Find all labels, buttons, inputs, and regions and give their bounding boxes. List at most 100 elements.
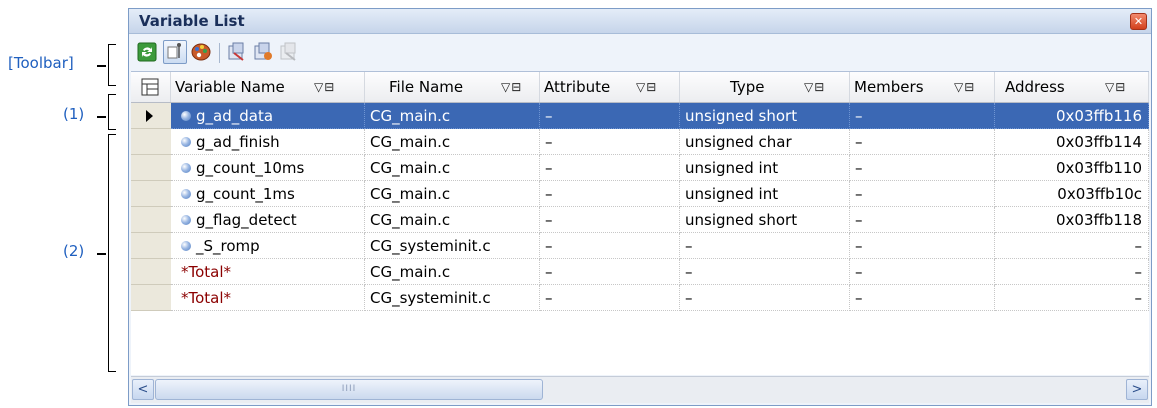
address-cell[interactable]: 0x03ffb118 bbox=[995, 207, 1149, 233]
table-row[interactable]: _S_romp CG_systeminit.c – – – – bbox=[131, 233, 1149, 259]
table-row[interactable]: g_count_1ms CG_main.c – unsigned int –0x03ff… bbox=[131, 181, 1149, 207]
column-header-variable-name[interactable]: Variable Name ▽⊟ bbox=[171, 72, 365, 102]
file-name-cell[interactable]: CG_main.c bbox=[365, 103, 540, 129]
attribute-cell[interactable]: – bbox=[540, 103, 680, 129]
variable-name-cell[interactable]: g_ad_data bbox=[171, 103, 365, 129]
column-header-type[interactable]: Type ▽⊟ bbox=[680, 72, 850, 102]
address-cell[interactable]: 0x03ffb114 bbox=[995, 129, 1149, 155]
attribute-cell[interactable]: – bbox=[540, 285, 680, 311]
row-header[interactable] bbox=[131, 233, 171, 259]
rows-callout: (2) bbox=[63, 242, 85, 260]
address-cell[interactable]: – bbox=[995, 259, 1149, 285]
palette-button[interactable] bbox=[189, 40, 213, 64]
address-cell[interactable]: – bbox=[995, 233, 1149, 259]
type-cell[interactable]: – bbox=[680, 233, 850, 259]
members-cell[interactable]: – bbox=[850, 259, 995, 285]
table-row[interactable]: g_flag_detect CG_main.c – unsigned short –0x… bbox=[131, 207, 1149, 233]
filter-pin-icon[interactable]: ▽⊟ bbox=[501, 72, 522, 102]
attribute-cell[interactable]: – bbox=[540, 181, 680, 207]
filter-pin-icon[interactable]: ▽⊟ bbox=[804, 72, 825, 102]
scroll-thumb[interactable]: IIII bbox=[155, 379, 543, 400]
row-header[interactable] bbox=[131, 181, 171, 207]
file-name-cell[interactable]: CG_main.c bbox=[365, 259, 540, 285]
address-cell[interactable]: 0x03ffb10c bbox=[995, 181, 1149, 207]
table-row[interactable]: g_count_10ms CG_main.c – unsigned int –0x03f… bbox=[131, 155, 1149, 181]
variable-name-cell[interactable]: g_count_1ms bbox=[171, 181, 365, 207]
variable-name-text: *Total* bbox=[181, 263, 232, 281]
type-cell[interactable]: – bbox=[680, 285, 850, 311]
filter-pin-icon[interactable]: ▽⊟ bbox=[1105, 72, 1126, 102]
close-icon[interactable]: ✕ bbox=[1130, 13, 1147, 30]
column-header-address[interactable]: Address ▽⊟ bbox=[995, 72, 1149, 102]
type-cell[interactable]: – bbox=[680, 259, 850, 285]
file-name-cell[interactable]: CG_systeminit.c bbox=[365, 233, 540, 259]
members-cell[interactable]: – bbox=[850, 233, 995, 259]
row-header[interactable] bbox=[131, 155, 171, 181]
row-header[interactable] bbox=[131, 207, 171, 233]
attribute-cell[interactable]: – bbox=[540, 155, 680, 181]
members-cell[interactable]: – bbox=[850, 285, 995, 311]
variable-name-cell[interactable]: g_ad_finish bbox=[171, 129, 365, 155]
variable-name-cell[interactable]: *Total* bbox=[171, 285, 365, 311]
file-name-cell[interactable]: CG_systeminit.c bbox=[365, 285, 540, 311]
variable-name-cell[interactable]: _S_romp bbox=[171, 233, 365, 259]
type-cell[interactable]: unsigned short bbox=[680, 103, 850, 129]
rows-bracket bbox=[108, 134, 116, 372]
type-cell[interactable]: unsigned short bbox=[680, 207, 850, 233]
column-header-attribute[interactable]: Attribute ▽⊟ bbox=[540, 72, 680, 102]
members-cell[interactable]: – bbox=[850, 155, 995, 181]
variable-icon bbox=[181, 188, 191, 199]
column-chooser-button[interactable] bbox=[131, 72, 171, 102]
table-row[interactable]: g_ad_finish CG_main.c – unsigned char –0x03f… bbox=[131, 129, 1149, 155]
header-callout-tick bbox=[97, 116, 106, 118]
row-header[interactable] bbox=[131, 129, 171, 155]
attribute-cell[interactable]: – bbox=[540, 233, 680, 259]
toolbar-separator bbox=[219, 43, 220, 63]
filter-pin-icon[interactable]: ▽⊟ bbox=[314, 72, 335, 102]
table-row[interactable]: *Total* CG_systeminit.c – – – – bbox=[131, 285, 1149, 311]
file-name-cell[interactable]: CG_main.c bbox=[365, 207, 540, 233]
scroll-right-icon[interactable]: > bbox=[1126, 379, 1148, 400]
header-callout: (1) bbox=[63, 105, 85, 123]
table-row[interactable]: *Total* CG_main.c – – – – bbox=[131, 259, 1149, 285]
column-chooser-icon bbox=[141, 78, 159, 96]
address-cell[interactable]: 0x03ffb116 bbox=[995, 103, 1149, 129]
variable-name-text: g_flag_detect bbox=[196, 211, 297, 229]
attribute-cell[interactable]: – bbox=[540, 259, 680, 285]
column-header-file-name[interactable]: File Name ▽⊟ bbox=[365, 72, 540, 102]
members-cell[interactable]: – bbox=[850, 181, 995, 207]
file-name-cell[interactable]: CG_main.c bbox=[365, 181, 540, 207]
scroll-left-icon[interactable]: < bbox=[132, 379, 154, 400]
members-cell[interactable]: – bbox=[850, 129, 995, 155]
row-header[interactable] bbox=[131, 103, 171, 129]
type-cell[interactable]: unsigned char bbox=[680, 129, 850, 155]
file-name-cell[interactable]: CG_main.c bbox=[365, 155, 540, 181]
horizontal-scrollbar[interactable]: < IIII > bbox=[131, 376, 1149, 403]
members-cell[interactable]: – bbox=[850, 207, 995, 233]
variable-view-button-1[interactable] bbox=[225, 40, 249, 64]
pin-icon bbox=[167, 43, 181, 59]
filter-pin-icon[interactable]: ▽⊟ bbox=[636, 72, 657, 102]
table-row[interactable]: g_ad_data CG_main.c – unsigned short –0x03ff… bbox=[131, 103, 1149, 129]
type-cell[interactable]: unsigned int bbox=[680, 181, 850, 207]
type-cell[interactable]: unsigned int bbox=[680, 155, 850, 181]
variable-view-button-2[interactable] bbox=[251, 40, 275, 64]
attribute-cell[interactable]: – bbox=[540, 129, 680, 155]
column-header-members[interactable]: Members ▽⊟ bbox=[850, 72, 995, 102]
row-header[interactable] bbox=[131, 285, 171, 311]
refresh-button[interactable] bbox=[135, 40, 159, 64]
column-label: File Name bbox=[389, 78, 464, 96]
filter-pin-icon[interactable]: ▽⊟ bbox=[954, 72, 975, 102]
variable-name-cell[interactable]: g_flag_detect bbox=[171, 207, 365, 233]
variable-view-button-3[interactable] bbox=[277, 40, 301, 64]
attribute-cell[interactable]: – bbox=[540, 207, 680, 233]
members-cell[interactable]: – bbox=[850, 103, 995, 129]
row-header[interactable] bbox=[131, 259, 171, 285]
variable-name-cell[interactable]: *Total* bbox=[171, 259, 365, 285]
variable-name-cell[interactable]: g_count_10ms bbox=[171, 155, 365, 181]
file-name-cell[interactable]: CG_main.c bbox=[365, 129, 540, 155]
variable-name-text: g_ad_finish bbox=[196, 133, 280, 151]
address-cell[interactable]: – bbox=[995, 285, 1149, 311]
address-cell[interactable]: 0x03ffb110 bbox=[995, 155, 1149, 181]
pin-button[interactable] bbox=[163, 40, 187, 64]
